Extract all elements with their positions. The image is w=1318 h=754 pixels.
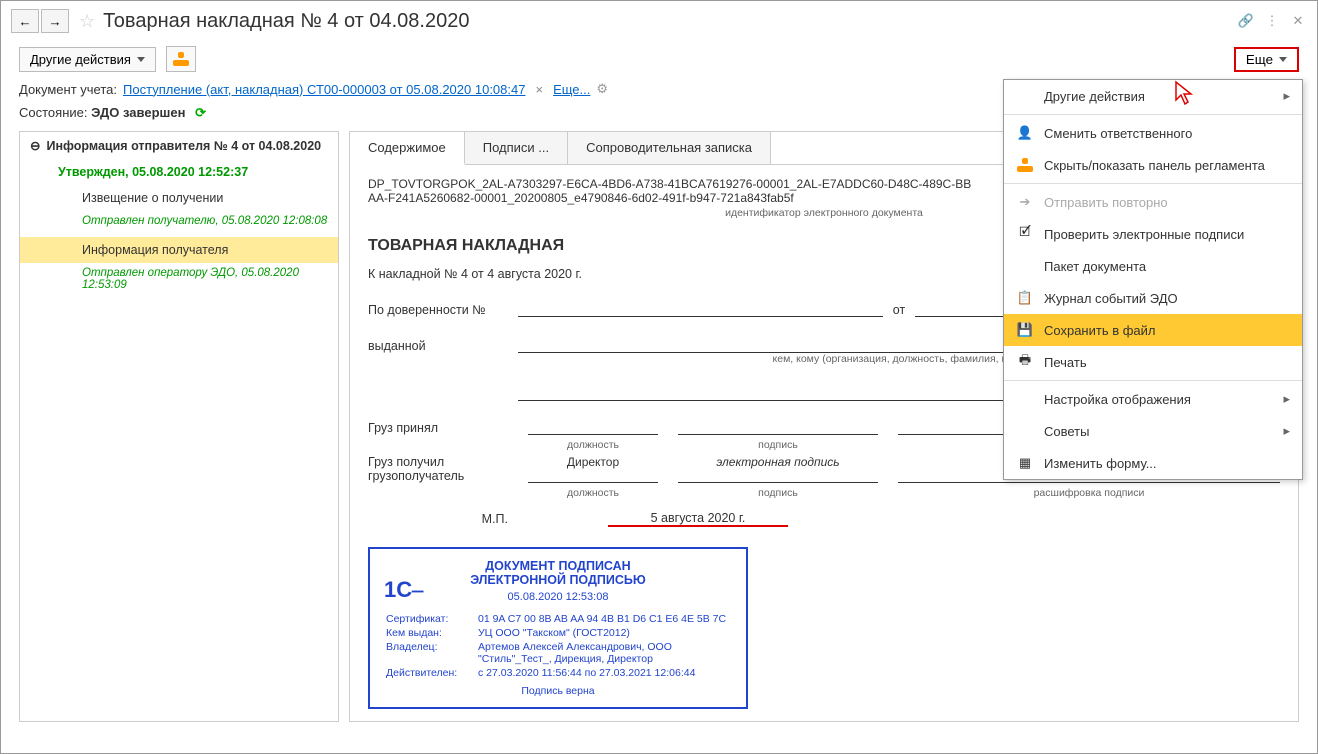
- form-icon: ▦: [1016, 454, 1034, 472]
- chevron-right-icon: ▸: [1283, 391, 1290, 407]
- menu-doc-package[interactable]: Пакет документа: [1004, 250, 1302, 282]
- other-actions-button[interactable]: Другие действия: [19, 47, 156, 72]
- issued-label: выданной: [368, 339, 508, 353]
- accepted-position: [528, 421, 658, 435]
- org-chart-icon: [1016, 156, 1034, 174]
- clear-link-icon[interactable]: ×: [535, 82, 543, 97]
- chevron-down-icon: [1279, 57, 1287, 62]
- menu-tips[interactable]: Советы ▸: [1004, 415, 1302, 447]
- signature-stamp: 1С⎯ ДОКУМЕНТ ПОДПИСАН ЭЛЕКТРОННОЙ ПОДПИС…: [368, 547, 748, 709]
- menu-change-form[interactable]: ▦ Изменить форму...: [1004, 447, 1302, 479]
- refresh-icon[interactable]: ⟳: [195, 105, 206, 120]
- more-dropdown: Другие действия ▸ 👤 Сменить ответственно…: [1003, 79, 1303, 480]
- sidebar-status: Утвержден, 05.08.2020 12:52:37: [20, 159, 338, 185]
- sidebar-recipient-sub: Отправлен оператору ЭДО, 05.08.2020 12:5…: [20, 263, 338, 301]
- collapse-icon: ⊖: [30, 138, 40, 153]
- received-position: Директор: [528, 455, 658, 483]
- close-icon[interactable]: ✕: [1289, 12, 1307, 30]
- attorney-label: По доверенности №: [368, 303, 508, 317]
- gear-icon[interactable]: ⚙: [596, 81, 608, 97]
- sidebar-notice-sub: Отправлен получателю, 05.08.2020 12:08:0…: [20, 211, 338, 237]
- page-title: Товарная накладная № 4 от 04.08.2020: [103, 10, 1237, 33]
- menu-verify-sigs[interactable]: 🗹 Проверить электронные подписи: [1004, 218, 1302, 250]
- stamp-logo: 1С⎯: [384, 577, 423, 603]
- accepted-signature: [678, 421, 878, 435]
- star-icon[interactable]: ☆: [79, 11, 95, 32]
- tab-cover[interactable]: Сопроводительная записка: [568, 132, 771, 164]
- kebab-icon[interactable]: ⋮: [1263, 12, 1281, 30]
- attorney-number-field: [518, 299, 883, 317]
- org-chart-button[interactable]: [166, 46, 196, 72]
- menu-save-file[interactable]: 💾 Сохранить в файл: [1004, 314, 1302, 346]
- menu-other-actions[interactable]: Другие действия ▸: [1004, 80, 1302, 112]
- link-icon[interactable]: 🔗: [1237, 12, 1255, 30]
- cargo-accepted-label: Груз принял: [368, 421, 508, 435]
- doc-date: 5 августа 2020 г.: [608, 511, 788, 527]
- stamp-icon: 🗹: [1016, 225, 1034, 243]
- log-icon: 📋: [1016, 289, 1034, 307]
- person-swap-icon: 👤: [1016, 124, 1034, 142]
- tab-signatures[interactable]: Подписи ...: [465, 132, 568, 164]
- cargo-received-label: Груз получил грузополучатель: [368, 455, 508, 483]
- from-label: от: [893, 303, 905, 317]
- menu-resend: ➔ Отправить повторно: [1004, 186, 1302, 218]
- sidebar-header[interactable]: ⊖ Информация отправителя № 4 от 04.08.20…: [20, 132, 338, 159]
- print-icon: 🖶: [1016, 353, 1034, 371]
- state-label: Состояние:: [19, 105, 87, 120]
- menu-event-log[interactable]: 📋 Журнал событий ЭДО: [1004, 282, 1302, 314]
- save-icon: 💾: [1016, 321, 1034, 339]
- send-icon: ➔: [1016, 193, 1034, 211]
- menu-print[interactable]: 🖶 Печать: [1004, 346, 1302, 378]
- sidebar: ⊖ Информация отправителя № 4 от 04.08.20…: [19, 131, 339, 722]
- org-chart-icon: [173, 52, 189, 66]
- forward-button[interactable]: →: [41, 9, 69, 33]
- back-button[interactable]: ←: [11, 9, 39, 33]
- doc-label: Документ учета:: [19, 82, 117, 97]
- sidebar-item-recipient[interactable]: Информация получателя: [20, 237, 338, 263]
- menu-toggle-panel[interactable]: Скрыть/показать панель регламента: [1004, 149, 1302, 181]
- state-value: ЭДО завершен: [91, 105, 185, 120]
- mp-label: М.П.: [368, 512, 508, 526]
- more-button[interactable]: Еще: [1234, 47, 1299, 72]
- menu-display-settings[interactable]: Настройка отображения ▸: [1004, 383, 1302, 415]
- tab-content[interactable]: Содержимое: [350, 132, 465, 165]
- received-signature: электронная подпись: [678, 455, 878, 483]
- chevron-right-icon: ▸: [1283, 423, 1290, 439]
- info-more-link[interactable]: Еще...: [553, 82, 590, 97]
- doc-link[interactable]: Поступление (акт, накладная) СТ00-000003…: [123, 82, 525, 97]
- chevron-down-icon: [137, 57, 145, 62]
- menu-change-responsible[interactable]: 👤 Сменить ответственного: [1004, 117, 1302, 149]
- chevron-right-icon: ▸: [1283, 88, 1290, 104]
- sidebar-item-notice[interactable]: Извещение о получении: [20, 185, 338, 211]
